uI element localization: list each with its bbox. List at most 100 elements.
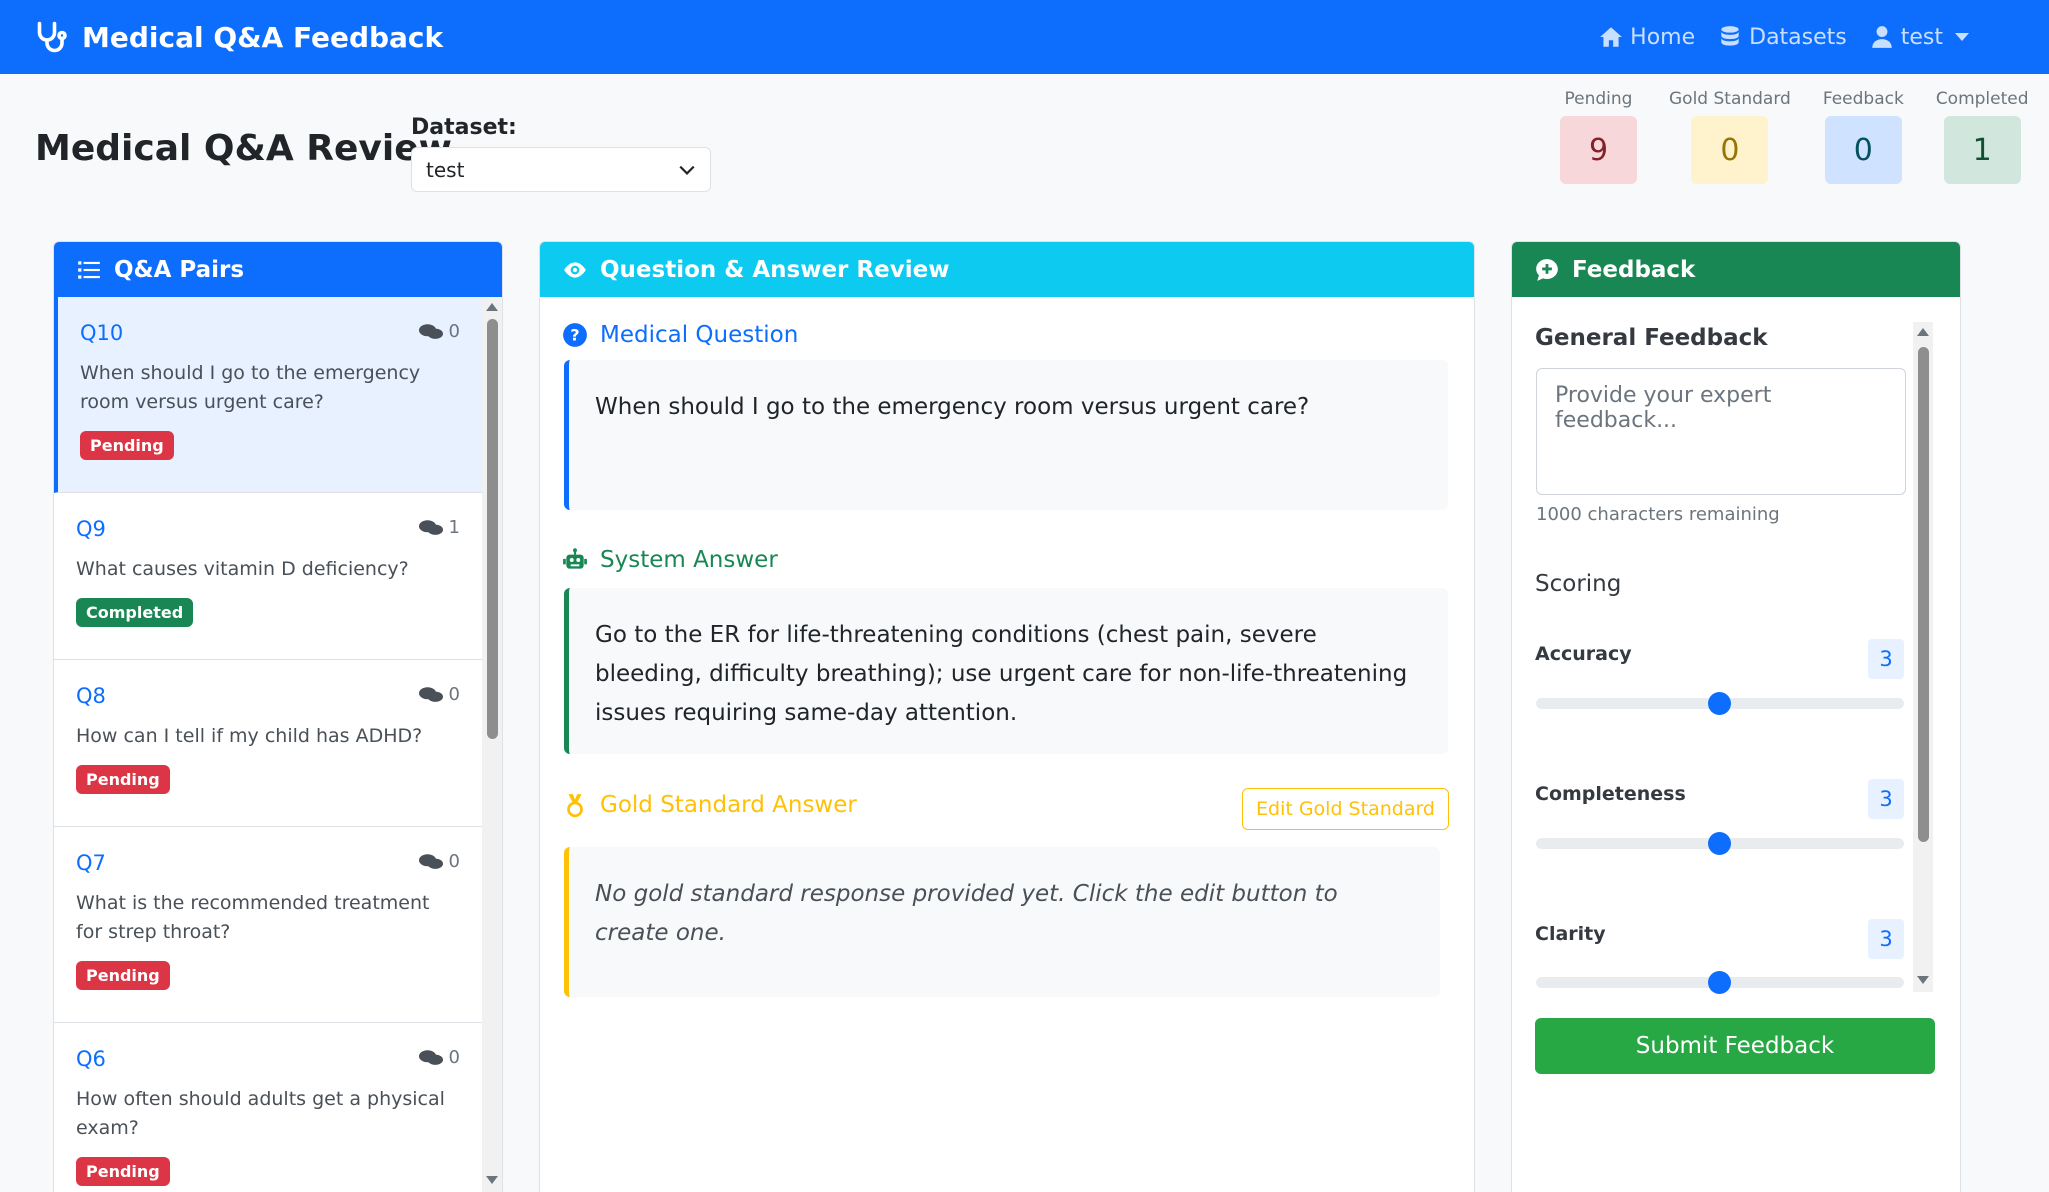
- system-answer-text: Go to the ER for life-threatening condit…: [595, 622, 1408, 726]
- general-feedback-textarea[interactable]: Provide your expert feedback...: [1536, 368, 1906, 495]
- completeness-slider[interactable]: [1536, 832, 1904, 855]
- scoring-heading: Scoring: [1535, 571, 1622, 597]
- comments-icon: [418, 519, 443, 535]
- accuracy-value: 3: [1868, 639, 1904, 679]
- stat-label: Feedback: [1822, 89, 1904, 109]
- scroll-down-icon[interactable]: [1917, 976, 1929, 984]
- status-badge: Completed: [76, 598, 194, 627]
- qa-question-text: How often should adults get a physical e…: [76, 1088, 445, 1139]
- qa-review-title: Question & Answer Review: [600, 256, 950, 283]
- brand-title: Medical Q&A Feedback: [82, 20, 444, 54]
- user-icon: [1872, 26, 1892, 48]
- navbar: Medical Q&A Feedback Home Datasets test: [0, 0, 2049, 74]
- page-title: Medical Q&A Review: [35, 128, 452, 169]
- scroll-down-icon[interactable]: [486, 1176, 498, 1184]
- qa-id: Q7: [76, 851, 106, 875]
- feedback-scrollbar[interactable]: [1913, 322, 1933, 992]
- gold-standard-box: No gold standard response provided yet. …: [564, 847, 1440, 997]
- scroll-thumb[interactable]: [487, 319, 498, 739]
- stat-feedback: Feedback 0: [1823, 88, 1904, 184]
- qa-id: Q6: [76, 1047, 106, 1071]
- comments-icon: [418, 323, 443, 339]
- comment-count: 0: [418, 321, 460, 342]
- characters-remaining: 1000 characters remaining: [1536, 504, 1780, 525]
- comment-count: 0: [418, 851, 460, 872]
- stat-value: 0: [1691, 116, 1769, 184]
- scroll-up-icon[interactable]: [486, 303, 498, 311]
- stat-label: Pending: [1564, 89, 1633, 109]
- status-badge: Pending: [76, 961, 170, 990]
- status-badge: Pending: [76, 765, 170, 794]
- status-badge: Pending: [80, 431, 174, 460]
- list-item[interactable]: Q10 0 When should I go to the emergency …: [54, 297, 482, 493]
- svg-text:?: ?: [570, 325, 579, 344]
- nav-datasets-label: Datasets: [1749, 24, 1847, 50]
- accuracy-slider[interactable]: [1536, 692, 1904, 715]
- slider-thumb[interactable]: [1708, 832, 1731, 855]
- gold-standard-label: Gold Standard Answer: [600, 792, 857, 818]
- qa-list-scrollbar[interactable]: [482, 297, 502, 1192]
- chevron-down-icon: [679, 165, 695, 175]
- list-item[interactable]: Q7 0 What is the recommended treatment f…: [54, 827, 482, 1023]
- dataset-select[interactable]: test: [411, 147, 711, 192]
- comment-count: 0: [418, 684, 460, 705]
- qa-question-text: When should I go to the emergency room v…: [80, 362, 421, 413]
- eye-icon: [564, 261, 586, 278]
- chevron-down-icon: [1955, 33, 1969, 41]
- comments-icon: [418, 1049, 443, 1065]
- slider-thumb[interactable]: [1708, 971, 1731, 994]
- medical-question-text: When should I go to the emergency room v…: [595, 394, 1310, 420]
- textarea-placeholder: Provide your expert feedback...: [1555, 383, 1772, 433]
- qa-id: Q10: [80, 321, 124, 345]
- nav-datasets[interactable]: Datasets: [1717, 24, 1847, 50]
- user-name: test: [1900, 24, 1943, 50]
- scroll-thumb[interactable]: [1918, 347, 1929, 842]
- stethoscope-icon: [37, 21, 67, 53]
- list-item[interactable]: Q6 0 How often should adults get a physi…: [54, 1023, 482, 1192]
- completeness-label: Completeness: [1535, 783, 1686, 805]
- medal-icon: [567, 794, 583, 818]
- accuracy-label: Accuracy: [1535, 643, 1632, 665]
- edit-gold-standard-button[interactable]: Edit Gold Standard: [1242, 788, 1449, 830]
- dataset-selected-value: test: [426, 157, 465, 182]
- stat-label: Completed: [1935, 89, 2029, 109]
- stat-label: Gold Standard: [1669, 89, 1791, 109]
- list-item[interactable]: Q9 1 What causes vitamin D deficiency? C…: [54, 493, 482, 660]
- nav-home[interactable]: Home: [1598, 24, 1695, 50]
- gold-standard-text: No gold standard response provided yet. …: [595, 881, 1338, 946]
- status-counters: Pending 9 Gold Standard 0 Feedback 0 Com…: [1560, 88, 2029, 184]
- stat-gold-standard: Gold Standard 0: [1669, 88, 1791, 184]
- qa-question-text: What causes vitamin D deficiency?: [76, 558, 409, 580]
- list-item[interactable]: Q8 0 How can I tell if my child has ADHD…: [54, 660, 482, 827]
- nav-home-label: Home: [1630, 24, 1696, 50]
- gold-standard-heading: Gold Standard Answer: [562, 792, 857, 818]
- user-menu[interactable]: test: [1869, 24, 1969, 50]
- system-answer-box: Go to the ER for life-threatening condit…: [564, 588, 1448, 754]
- qa-id: Q8: [76, 684, 106, 708]
- question-circle-icon: ?: [563, 323, 587, 347]
- general-feedback-heading: General Feedback: [1535, 325, 1768, 351]
- submit-feedback-button[interactable]: Submit Feedback: [1535, 1018, 1935, 1074]
- stat-completed: Completed 1: [1936, 88, 2029, 184]
- qa-question-text: How can I tell if my child has ADHD?: [76, 725, 423, 747]
- brand[interactable]: Medical Q&A Feedback: [32, 0, 443, 74]
- medical-question-heading: ? Medical Question: [562, 322, 798, 348]
- qa-review-panel: Question & Answer Review ? Medical Quest…: [539, 241, 1475, 1192]
- stat-pending: Pending 9: [1560, 88, 1637, 184]
- comments-icon: [418, 686, 443, 702]
- stat-value: 0: [1824, 116, 1902, 184]
- medical-question-label: Medical Question: [600, 322, 799, 348]
- list-icon: [78, 260, 100, 279]
- status-badge: Pending: [76, 1157, 170, 1186]
- comment-count: 0: [418, 1047, 460, 1068]
- comment-count-value: 0: [448, 1047, 460, 1068]
- slider-thumb[interactable]: [1708, 692, 1731, 715]
- comments-icon: [418, 853, 443, 869]
- qa-question-text: What is the recommended treatment for st…: [76, 892, 430, 943]
- feedback-title: Feedback: [1572, 256, 1696, 283]
- clarity-slider[interactable]: [1536, 971, 1904, 994]
- scroll-up-icon[interactable]: [1917, 328, 1929, 336]
- qa-id: Q9: [76, 517, 106, 541]
- database-icon: [1721, 26, 1739, 46]
- qa-pairs-title: Q&A Pairs: [114, 256, 245, 283]
